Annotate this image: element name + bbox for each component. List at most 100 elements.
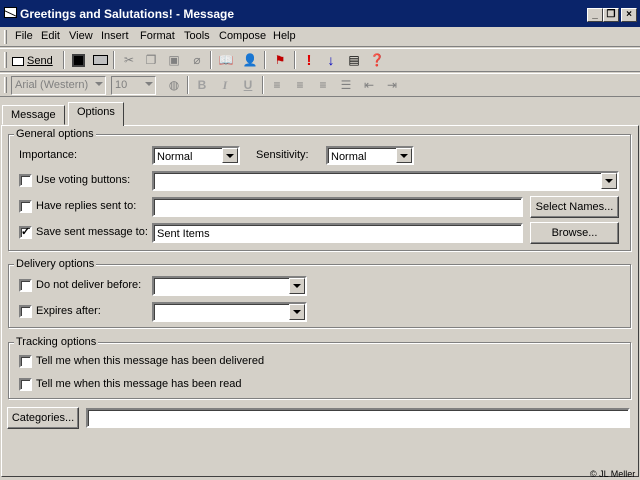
categories-field[interactable] xyxy=(86,408,630,428)
toolbar-separator xyxy=(113,51,115,69)
menu-file[interactable]: File xyxy=(15,30,33,42)
menu-compose[interactable]: Compose xyxy=(219,30,266,42)
font-size-select[interactable]: 10 xyxy=(111,76,156,95)
delivery-options-group xyxy=(8,264,631,328)
menu-view[interactable]: View xyxy=(69,30,93,42)
bullets-icon[interactable]: ☰ xyxy=(335,75,357,95)
close-button[interactable]: × xyxy=(621,8,637,22)
voting-select[interactable] xyxy=(152,171,619,191)
decrease-indent-icon[interactable]: ⇤ xyxy=(358,75,380,95)
toolbar-separator xyxy=(210,51,212,69)
toolbar-separator xyxy=(187,76,189,94)
chevron-down-icon[interactable] xyxy=(222,148,238,163)
do-not-deliver-checkbox[interactable] xyxy=(19,279,32,292)
window-title: Greetings and Salutations! - Message xyxy=(20,7,235,21)
categories-button[interactable]: Categories... xyxy=(7,407,79,429)
font-name-select[interactable]: Arial (Western) xyxy=(11,76,106,95)
menu-help[interactable]: Help xyxy=(273,30,296,42)
voting-label: Use voting buttons: xyxy=(36,174,131,186)
bold-button[interactable]: B xyxy=(191,75,213,95)
menu-insert[interactable]: Insert xyxy=(101,30,129,42)
minimize-button[interactable]: _ xyxy=(587,8,603,22)
tracking-options-group xyxy=(8,342,631,399)
sensitivity-value: Normal xyxy=(331,151,367,163)
toolbar-separator xyxy=(262,76,264,94)
read-receipt-checkbox[interactable] xyxy=(19,378,32,391)
toolbar-separator xyxy=(63,51,65,69)
underline-button[interactable]: U xyxy=(237,75,259,95)
expires-field[interactable] xyxy=(152,302,307,322)
voting-checkbox[interactable] xyxy=(19,174,32,187)
save-sent-folder-field[interactable]: Sent Items xyxy=(152,223,523,243)
send-button[interactable]: Send xyxy=(12,51,62,71)
toolbar-separator xyxy=(264,51,266,69)
high-importance-icon[interactable]: ! xyxy=(298,50,320,70)
align-center-icon[interactable]: ≡ xyxy=(289,75,311,95)
do-not-deliver-label: Do not deliver before: xyxy=(36,279,142,291)
print-icon[interactable] xyxy=(89,50,111,70)
tracking-options-legend: Tracking options xyxy=(14,336,99,348)
chevron-down-icon xyxy=(95,82,103,86)
menu-bar: File Edit View Insert Format Tools Compo… xyxy=(0,27,640,47)
tab-message[interactable]: Message xyxy=(2,105,65,125)
expires-label: Expires after: xyxy=(36,305,101,317)
delivered-receipt-checkbox[interactable] xyxy=(19,355,32,368)
send-label: Send xyxy=(27,55,53,67)
check-names-icon[interactable]: 👤 xyxy=(239,50,261,70)
menu-format[interactable]: Format xyxy=(140,30,175,42)
copyright-text: © JL Meller xyxy=(590,469,636,479)
delivery-options-legend: Delivery options xyxy=(14,258,97,270)
replies-checkbox[interactable] xyxy=(19,200,32,213)
sensitivity-select[interactable]: Normal xyxy=(326,146,414,165)
address-book-icon[interactable]: 📖 xyxy=(215,50,237,70)
standard-toolbar: Send ✂ ❐ ▣ ⌀ 📖 👤 ⚑ ! ↓ ▤ ❓ xyxy=(0,48,640,72)
chevron-down-icon[interactable] xyxy=(396,148,412,163)
expires-checkbox[interactable] xyxy=(19,305,32,318)
align-left-icon[interactable]: ≡ xyxy=(266,75,288,95)
help-icon[interactable]: ❓ xyxy=(366,50,388,70)
replies-label: Have replies sent to: xyxy=(36,200,137,212)
restore-button[interactable]: ❐ xyxy=(603,8,619,22)
flag-icon[interactable]: ⚑ xyxy=(269,50,291,70)
delivered-receipt-label: Tell me when this message has been deliv… xyxy=(36,355,265,367)
do-not-deliver-field[interactable] xyxy=(152,276,307,296)
cut-icon[interactable]: ✂ xyxy=(118,50,140,70)
low-importance-icon[interactable]: ↓ xyxy=(320,50,342,70)
importance-label: Importance: xyxy=(19,149,78,161)
chevron-down-icon[interactable] xyxy=(289,278,305,294)
toolbar-grip xyxy=(4,52,7,68)
copy-icon[interactable]: ❐ xyxy=(140,50,162,70)
save-sent-checkbox[interactable]: ✓ xyxy=(19,226,32,239)
toolbar-grip xyxy=(4,77,7,93)
tab-options[interactable]: Options xyxy=(68,102,124,126)
importance-value: Normal xyxy=(157,151,193,163)
chevron-down-icon[interactable] xyxy=(601,173,617,189)
attach-icon[interactable]: ⌀ xyxy=(186,50,208,70)
chevron-down-icon[interactable] xyxy=(289,304,305,320)
title-bar[interactable]: Greetings and Salutations! - Message _ ❐… xyxy=(0,0,640,27)
italic-button[interactable]: I xyxy=(214,75,236,95)
menu-edit[interactable]: Edit xyxy=(41,30,60,42)
menu-grip xyxy=(4,30,7,44)
replies-field[interactable] xyxy=(152,197,523,217)
sensitivity-label: Sensitivity: xyxy=(256,149,309,161)
increase-indent-icon[interactable]: ⇥ xyxy=(381,75,403,95)
browse-button[interactable]: Browse... xyxy=(530,222,619,244)
importance-select[interactable]: Normal xyxy=(152,146,240,165)
toolbar-separator xyxy=(294,51,296,69)
read-receipt-label: Tell me when this message has been read xyxy=(36,378,242,390)
save-sent-label: Save sent message to: xyxy=(36,226,148,238)
font-color-icon[interactable]: ◍ xyxy=(163,75,185,95)
font-size-value: 10 xyxy=(115,79,128,91)
chevron-down-icon xyxy=(145,82,153,86)
select-names-button[interactable]: Select Names... xyxy=(530,196,619,218)
save-icon[interactable] xyxy=(67,50,89,70)
send-icon xyxy=(12,56,24,66)
menu-tools[interactable]: Tools xyxy=(184,30,210,42)
font-name-value: Arial (Western) xyxy=(15,79,89,91)
options-icon[interactable]: ▤ xyxy=(343,50,365,70)
formatting-toolbar: Arial (Western) 10 ◍ B I U ≡ ≡ ≡ ☰ ⇤ ⇥ xyxy=(0,73,640,97)
envelope-icon xyxy=(4,7,17,18)
paste-icon[interactable]: ▣ xyxy=(163,50,185,70)
align-right-icon[interactable]: ≡ xyxy=(312,75,334,95)
